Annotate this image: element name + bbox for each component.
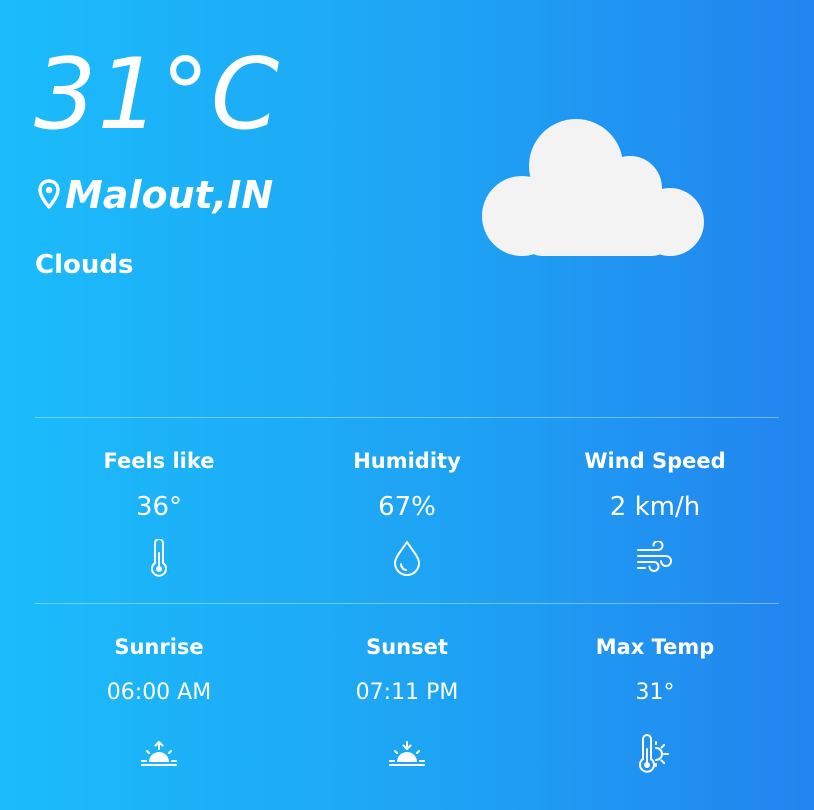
sunrise-icon <box>141 741 177 766</box>
divider-bottom <box>35 603 779 604</box>
weather-condition: Clouds <box>35 250 134 280</box>
sunset-label: Sunset <box>366 635 448 659</box>
wind-speed-value: 2 km/h <box>609 492 701 522</box>
humidity-stat: Humidity 67% <box>283 451 531 578</box>
max-temp-stat: Max Temp 31° <box>531 637 779 774</box>
divider-top <box>35 417 779 418</box>
sunset-value: 07:11 PM <box>355 680 459 705</box>
feels-like-value: 36° <box>135 492 183 522</box>
wind-speed-stat: Wind Speed 2 km/h <box>531 451 779 578</box>
max-temp-value: 31° <box>635 680 675 705</box>
max-temp-label: Max Temp <box>595 635 715 659</box>
feels-like-stat: Feels like 36° <box>35 451 283 578</box>
water-drop-icon <box>394 541 420 576</box>
wind-icon <box>637 541 672 572</box>
sunset-icon <box>389 741 425 766</box>
humidity-value: 67% <box>378 492 436 522</box>
current-temperature: 31°C <box>34 38 281 152</box>
sunset-stat: Sunset 07:11 PM <box>283 637 531 774</box>
cloud-icon <box>482 119 704 256</box>
location-pin-icon <box>38 179 60 209</box>
details-row-2: Sunrise 06:00 AM Sunset 07:11 PM Max Tem… <box>35 637 779 774</box>
sunrise-label: Sunrise <box>114 635 204 659</box>
city-name: Malout,IN <box>65 173 274 217</box>
sunrise-stat: Sunrise 06:00 AM <box>35 637 283 774</box>
wind-speed-label: Wind Speed <box>584 449 726 473</box>
thermometer-sun-icon <box>639 734 669 773</box>
humidity-label: Humidity <box>353 449 461 473</box>
location: Malout,IN <box>36 176 273 214</box>
sunrise-value: 06:00 AM <box>106 680 212 705</box>
details-row-1: Feels like 36° Humidity 67% Wind Speed 2… <box>35 451 779 578</box>
thermometer-icon <box>151 539 167 577</box>
feels-like-label: Feels like <box>103 449 215 473</box>
